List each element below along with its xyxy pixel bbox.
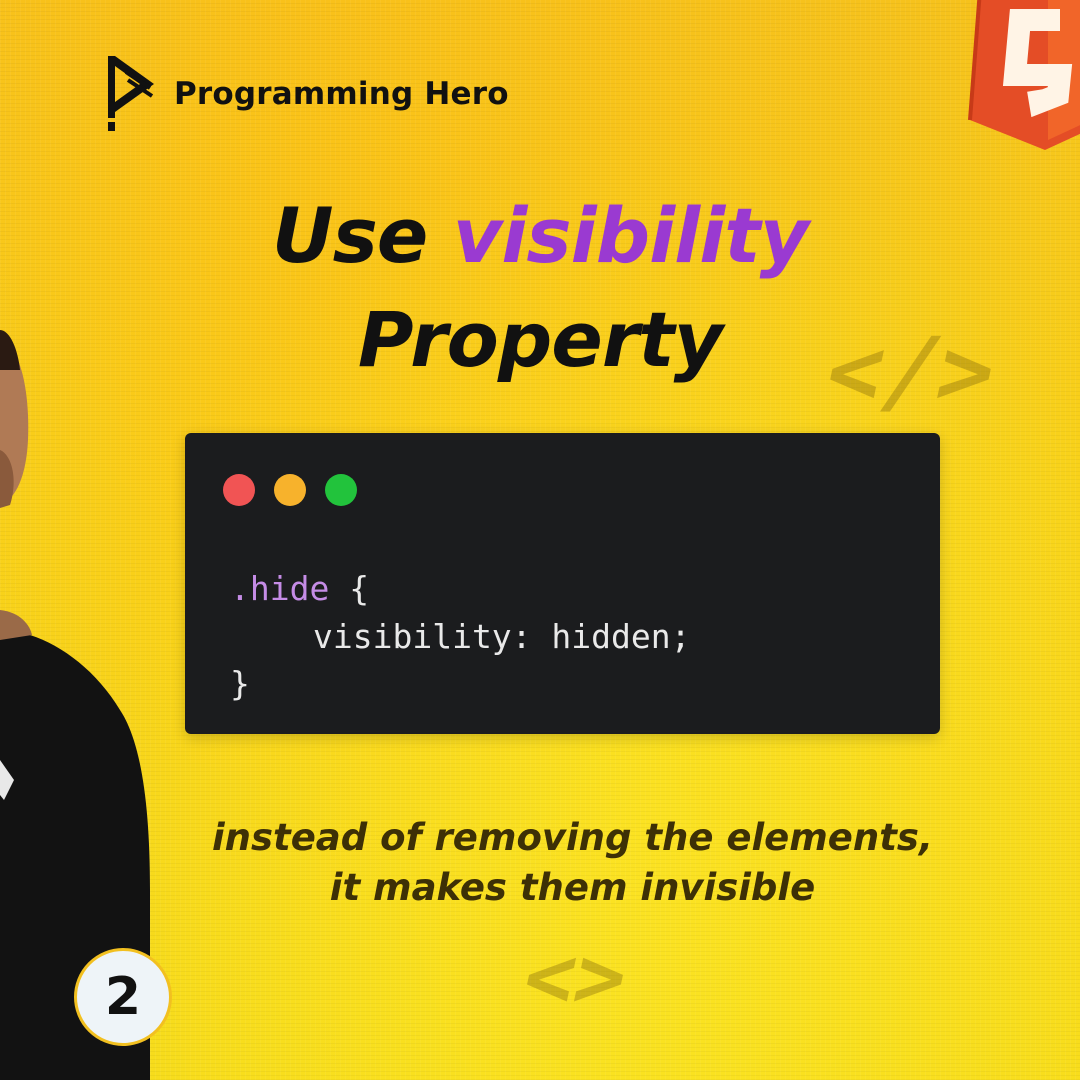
css-selector: .hide [230,569,330,608]
headline-line-1: Use visibility [0,190,1080,281]
code-line-3: } [230,664,250,703]
brand: Programming Hero [106,54,509,134]
headline-plain: Use [271,191,453,280]
html5-logo-icon [968,0,1080,150]
decorative-empty-tag: <> [514,928,637,1026]
code-line-2: visibility: hidden; [313,617,691,656]
css-open-brace: { [329,569,370,608]
window-maximize-dot [325,474,357,506]
programming-hero-logo-icon [108,56,154,131]
slide-number-badge: 2 [74,948,172,1046]
brand-name: Programming Hero [174,76,509,112]
headline-accent: visibility [452,191,809,280]
decorative-closing-tag: </> [816,318,1006,425]
window-close-dot [223,474,255,506]
window-minimize-dot [274,474,306,506]
slide-canvas: Programming Hero Use visibility Property… [0,0,1080,1080]
code-line-1: .hide { [230,569,369,608]
